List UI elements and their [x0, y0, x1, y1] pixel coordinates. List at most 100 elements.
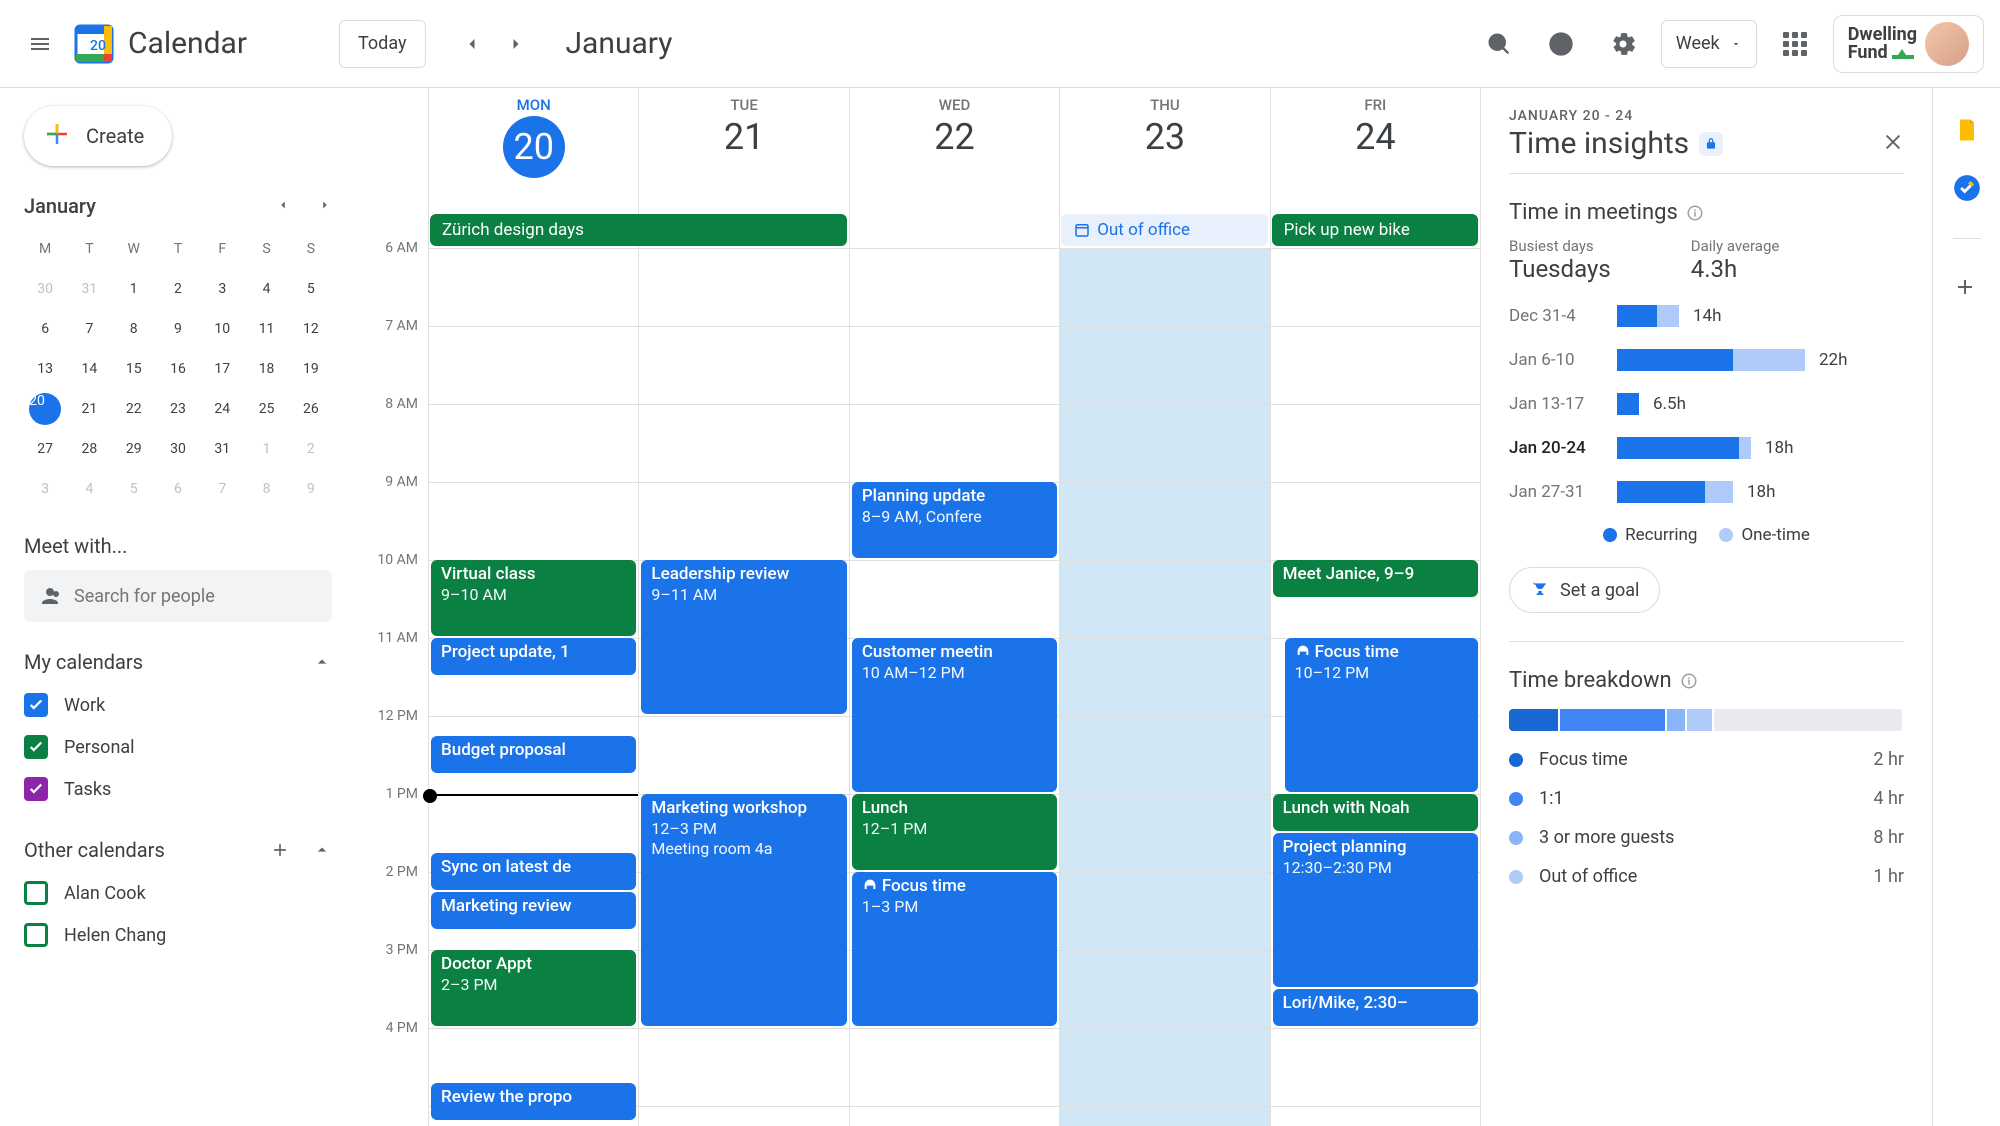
mini-day[interactable]: 2: [157, 270, 199, 308]
mini-day[interactable]: 5: [290, 270, 332, 308]
google-apps-icon[interactable]: [1771, 20, 1819, 68]
mini-day[interactable]: 31: [201, 430, 243, 468]
calendar-item[interactable]: Personal: [24, 726, 332, 768]
hamburger-icon[interactable]: [16, 20, 64, 68]
mini-day[interactable]: 21: [68, 390, 110, 428]
mini-day[interactable]: 20: [24, 390, 66, 428]
calendar-event[interactable]: Doctor Appt2–3 PM: [431, 950, 636, 1026]
mini-day[interactable]: 12: [290, 310, 332, 348]
calendar-item[interactable]: Tasks: [24, 768, 332, 810]
mini-day[interactable]: 1: [113, 270, 155, 308]
calendar-item[interactable]: Alan Cook: [24, 872, 332, 914]
view-selector[interactable]: Week: [1661, 20, 1757, 68]
mini-day[interactable]: 7: [201, 470, 243, 508]
day-column[interactable]: [1059, 248, 1269, 1126]
close-icon[interactable]: [1882, 131, 1904, 157]
day-column[interactable]: Leadership review9–11 AM Marketing worksh…: [638, 248, 848, 1126]
day-column[interactable]: Virtual class9–10 AMProject update, 1Bud…: [428, 248, 638, 1126]
mini-day[interactable]: 15: [113, 350, 155, 388]
info-icon[interactable]: [1680, 672, 1698, 690]
add-calendar-icon[interactable]: [270, 840, 290, 860]
mini-day[interactable]: 3: [24, 470, 66, 508]
calendar-event[interactable]: Marketing review: [431, 892, 636, 929]
allday-event[interactable]: Pick up new bike: [1272, 214, 1478, 246]
info-icon[interactable]: [1686, 204, 1704, 222]
calendar-event[interactable]: Focus time1–3 PM: [852, 872, 1057, 1026]
calendar-item[interactable]: Work: [24, 684, 332, 726]
mini-day[interactable]: 23: [157, 390, 199, 428]
mini-day[interactable]: 4: [68, 470, 110, 508]
mini-day[interactable]: 17: [201, 350, 243, 388]
checkbox[interactable]: [24, 693, 48, 717]
mini-day[interactable]: 14: [68, 350, 110, 388]
mini-day[interactable]: 2: [290, 430, 332, 468]
today-button[interactable]: Today: [339, 20, 425, 68]
mini-day[interactable]: 8: [245, 470, 287, 508]
mini-day[interactable]: 25: [245, 390, 287, 428]
mini-day[interactable]: 26: [290, 390, 332, 428]
calendar-event[interactable]: Project planning12:30–2:30 PM: [1273, 833, 1478, 987]
next-week-button[interactable]: [494, 22, 538, 66]
mini-next-month[interactable]: [318, 197, 332, 216]
tasks-icon[interactable]: [1953, 174, 1981, 202]
day-column[interactable]: Meet Janice, 9–9 Focus time10–12 PMLunch …: [1270, 248, 1480, 1126]
search-people-input[interactable]: [74, 586, 318, 607]
search-people-field[interactable]: [24, 570, 332, 622]
calendar-event[interactable]: Review the propo: [431, 1083, 636, 1120]
day-column[interactable]: Planning update8–9 AM, Confere Customer m…: [849, 248, 1059, 1126]
mini-day[interactable]: 6: [24, 310, 66, 348]
checkbox[interactable]: [24, 735, 48, 759]
calendar-event[interactable]: Planning update8–9 AM, Confere: [852, 482, 1057, 558]
checkbox[interactable]: [24, 923, 48, 947]
mini-day[interactable]: 6: [157, 470, 199, 508]
calendar-event[interactable]: Lunch12–1 PM: [852, 794, 1057, 870]
mini-day[interactable]: 9: [290, 470, 332, 508]
calendar-event[interactable]: Virtual class9–10 AM: [431, 560, 636, 636]
checkbox[interactable]: [24, 777, 48, 801]
calendar-event[interactable]: Budget proposal: [431, 736, 636, 773]
mini-day[interactable]: 1: [245, 430, 287, 468]
mini-day[interactable]: 29: [113, 430, 155, 468]
mini-day[interactable]: 30: [24, 270, 66, 308]
search-icon[interactable]: [1475, 20, 1523, 68]
create-button[interactable]: Create: [24, 106, 172, 166]
calendar-event[interactable]: Sync on latest de: [431, 853, 636, 890]
calendar-event[interactable]: Meet Janice, 9–9: [1273, 560, 1478, 597]
mini-day[interactable]: 10: [201, 310, 243, 348]
mini-day[interactable]: 3: [201, 270, 243, 308]
calendar-event[interactable]: Customer meetin10 AM–12 PM: [852, 638, 1057, 792]
mini-day[interactable]: 27: [24, 430, 66, 468]
mini-day[interactable]: 4: [245, 270, 287, 308]
mini-prev-month[interactable]: [276, 197, 290, 216]
calendar-event[interactable]: Lori/Mike, 2:30–: [1273, 989, 1478, 1026]
add-addon-icon[interactable]: [1953, 275, 1981, 303]
help-icon[interactable]: [1537, 20, 1585, 68]
mini-day[interactable]: 16: [157, 350, 199, 388]
settings-gear-icon[interactable]: [1599, 20, 1647, 68]
collapse-icon[interactable]: [312, 652, 332, 672]
mini-day[interactable]: 28: [68, 430, 110, 468]
checkbox[interactable]: [24, 881, 48, 905]
calendar-item[interactable]: Helen Chang: [24, 914, 332, 956]
mini-day[interactable]: 19: [290, 350, 332, 388]
calendar-event[interactable]: Marketing workshop12–3 PMMeeting room 4a: [641, 794, 846, 1026]
mini-day[interactable]: 18: [245, 350, 287, 388]
keep-icon[interactable]: [1953, 116, 1981, 144]
mini-day[interactable]: 7: [68, 310, 110, 348]
org-account-pill[interactable]: Dwelling Fund: [1833, 15, 1984, 73]
mini-day[interactable]: 31: [68, 270, 110, 308]
collapse-icon[interactable]: [312, 840, 332, 860]
mini-day[interactable]: 9: [157, 310, 199, 348]
calendar-event[interactable]: Leadership review9–11 AM: [641, 560, 846, 714]
mini-day[interactable]: 11: [245, 310, 287, 348]
calendar-event[interactable]: Focus time10–12 PM: [1285, 638, 1478, 792]
prev-week-button[interactable]: [450, 22, 494, 66]
mini-day[interactable]: 30: [157, 430, 199, 468]
mini-day[interactable]: 22: [113, 390, 155, 428]
allday-event[interactable]: Out of office: [1061, 214, 1267, 246]
avatar[interactable]: [1925, 22, 1969, 66]
mini-day[interactable]: 24: [201, 390, 243, 428]
mini-day[interactable]: 8: [113, 310, 155, 348]
calendar-event[interactable]: Lunch with Noah: [1273, 794, 1478, 831]
set-goal-button[interactable]: Set a goal: [1509, 567, 1660, 613]
